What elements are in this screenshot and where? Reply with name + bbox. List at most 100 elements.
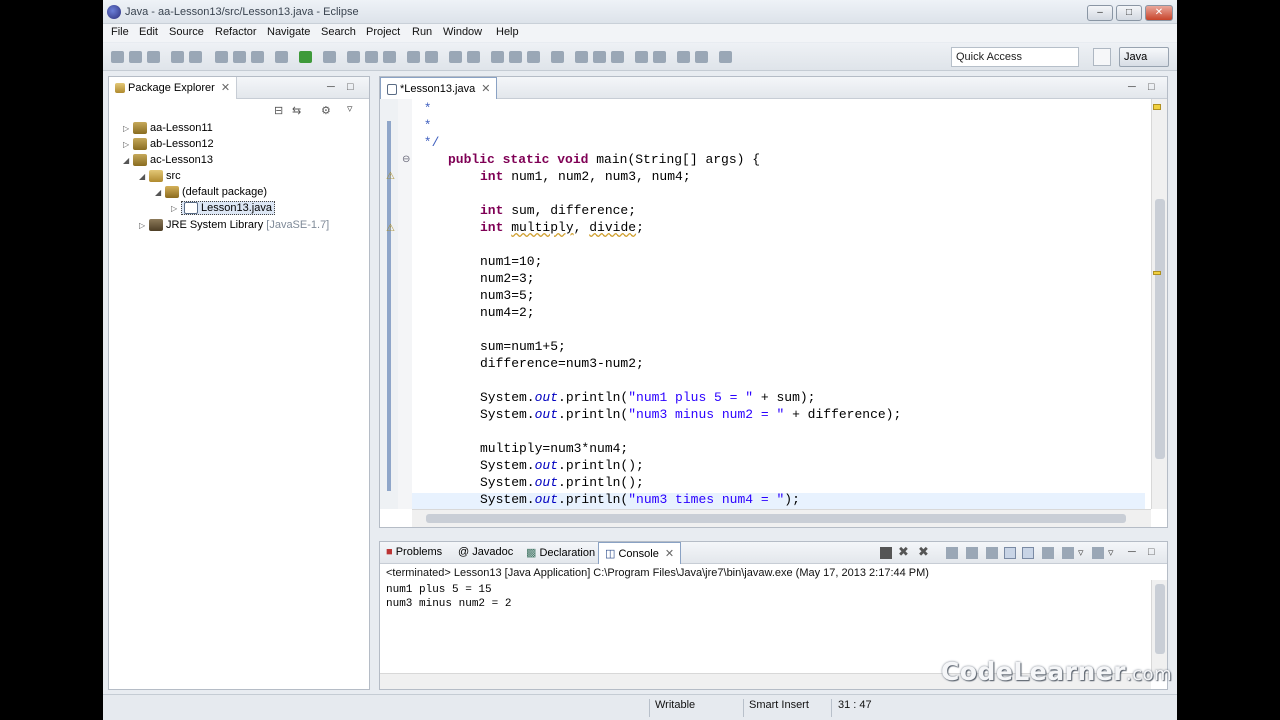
tree-item-ab-lesson12[interactable]: ▷ ab-Lesson12: [123, 138, 214, 154]
run-icon[interactable]: [299, 51, 312, 63]
tab-console[interactable]: ◫ Console ✕: [598, 542, 682, 564]
tab-package-explorer[interactable]: Package Explorer ✕: [109, 77, 238, 99]
overview-marker[interactable]: [1153, 271, 1161, 275]
tab-lesson13-java[interactable]: *Lesson13.java ✕: [380, 77, 498, 99]
tree-item-ac-lesson13[interactable]: ◢ ac-Lesson13: [123, 154, 213, 170]
maximize-icon[interactable]: □: [1148, 81, 1155, 93]
prev-edit-icon[interactable]: [635, 51, 648, 63]
pin-console-icon[interactable]: [986, 547, 998, 559]
tab-problems[interactable]: ■ Problems: [380, 542, 448, 564]
coverage-icon[interactable]: [323, 51, 336, 63]
menu-project[interactable]: Project: [366, 26, 400, 38]
tree-item-aa-lesson11[interactable]: ▷ aa-Lesson11: [123, 122, 213, 138]
new-icon[interactable]: [111, 51, 124, 63]
warning-icon[interactable]: ⚠: [386, 171, 395, 182]
tab-declaration[interactable]: ▩ Declaration: [520, 542, 601, 564]
terminal-icon[interactable]: [189, 51, 202, 63]
menu-navigate[interactable]: Navigate: [267, 26, 310, 38]
remove-all-launches-icon[interactable]: ✖: [918, 544, 929, 560]
new-class-icon[interactable]: [383, 51, 396, 63]
pin-icon[interactable]: [1042, 547, 1054, 559]
collapse-arrow-icon[interactable]: ◢: [155, 188, 165, 197]
minimize-button[interactable]: –: [1087, 5, 1113, 21]
collapse-all-icon[interactable]: ⊟: [274, 104, 283, 117]
minimize-icon[interactable]: ─: [327, 81, 335, 93]
remove-launch-icon[interactable]: ✖: [898, 544, 909, 560]
package-icon[interactable]: [233, 51, 246, 63]
insert-mode-status[interactable]: Smart Insert: [749, 699, 809, 711]
scroll-thumb[interactable]: [1155, 199, 1165, 459]
collapse-arrow-icon[interactable]: ◢: [123, 156, 133, 165]
terminate-icon[interactable]: [880, 547, 892, 559]
editor-vertical-scrollbar[interactable]: [1151, 99, 1167, 509]
next-edit-icon[interactable]: [653, 51, 666, 63]
show-stdout-icon[interactable]: [1004, 547, 1016, 559]
save-icon[interactable]: [129, 51, 142, 63]
menu-run[interactable]: Run: [412, 26, 432, 38]
menu-edit[interactable]: Edit: [139, 26, 158, 38]
fold-toggle-icon[interactable]: ⊖: [402, 154, 410, 165]
open-type-icon[interactable]: [407, 51, 420, 63]
new-package-icon[interactable]: [365, 51, 378, 63]
show-stderr-icon[interactable]: [1022, 547, 1034, 559]
maximize-icon[interactable]: □: [347, 81, 354, 93]
next-annotation-icon[interactable]: [449, 51, 462, 63]
nav-forward-icon[interactable]: [695, 51, 708, 63]
close-icon[interactable]: ✕: [481, 83, 490, 95]
open-console-icon[interactable]: [1092, 547, 1104, 559]
maximize-icon[interactable]: □: [1148, 546, 1155, 558]
close-icon[interactable]: ✕: [665, 548, 674, 560]
minimize-icon[interactable]: ─: [1128, 81, 1136, 93]
display-console-icon[interactable]: [1062, 547, 1074, 559]
scroll-thumb[interactable]: [426, 514, 1126, 523]
print-icon[interactable]: [147, 51, 160, 63]
menu-search[interactable]: Search: [321, 26, 356, 38]
dropdown-icon[interactable]: [719, 51, 732, 63]
tree-item-default-package[interactable]: ◢ (default package): [155, 186, 267, 202]
tree-item-lesson13-java[interactable]: ▷ Lesson13.java: [171, 201, 275, 218]
nav-back-icon[interactable]: [677, 51, 690, 63]
menu-refactor[interactable]: Refactor: [215, 26, 257, 38]
pin-editor-icon[interactable]: [551, 51, 564, 63]
forward-icon[interactable]: [527, 51, 540, 63]
scroll-lock-icon[interactable]: [966, 547, 978, 559]
maximize-button[interactable]: □: [1116, 5, 1142, 21]
editor-horizontal-scrollbar[interactable]: [412, 509, 1151, 527]
search-icon[interactable]: [425, 51, 438, 63]
class-icon[interactable]: [251, 51, 264, 63]
menu-window[interactable]: Window: [443, 26, 482, 38]
collapse-arrow-icon[interactable]: ◢: [139, 172, 149, 181]
close-icon[interactable]: ✕: [221, 82, 230, 94]
clear-console-icon[interactable]: [946, 547, 958, 559]
view-menu-icon[interactable]: ⚙: [321, 104, 331, 117]
expand-arrow-icon[interactable]: ▷: [139, 221, 149, 230]
expand-arrow-icon[interactable]: ▷: [123, 124, 133, 133]
tree-item-jre-library[interactable]: ▷ JRE System Library [JavaSE-1.7]: [139, 219, 329, 235]
last-edit-icon[interactable]: [491, 51, 504, 63]
expand-arrow-icon[interactable]: ▷: [171, 204, 181, 213]
menu-help[interactable]: Help: [496, 26, 519, 38]
menu-source[interactable]: Source: [169, 26, 204, 38]
link-with-editor-icon[interactable]: ⇆: [292, 104, 301, 117]
tab-javadoc[interactable]: @ Javadoc: [452, 542, 519, 564]
expand-arrow-icon[interactable]: ▷: [123, 140, 133, 149]
chevron-down-icon[interactable]: ▿: [1078, 546, 1084, 559]
warning-icon[interactable]: ⚠: [386, 223, 395, 234]
scroll-thumb[interactable]: [1155, 584, 1165, 654]
tree-item-src[interactable]: ◢ src: [139, 170, 181, 186]
block-selection-icon[interactable]: [593, 51, 606, 63]
debug-icon[interactable]: [275, 51, 288, 63]
toggle-mark-icon[interactable]: [575, 51, 588, 63]
chevron-down-icon[interactable]: ▿: [1108, 546, 1114, 559]
java-perspective-button[interactable]: Java: [1119, 47, 1169, 67]
close-button[interactable]: ✕: [1145, 5, 1173, 21]
external-tools-icon[interactable]: [215, 51, 228, 63]
back-icon[interactable]: [509, 51, 522, 63]
menu-file[interactable]: File: [111, 26, 129, 38]
overview-marker[interactable]: [1153, 104, 1161, 110]
console-output[interactable]: num1 plus 5 = 15 num3 minus num2 = 2: [386, 583, 511, 611]
whitespace-icon[interactable]: [611, 51, 624, 63]
prev-annotation-icon[interactable]: [467, 51, 480, 63]
new-java-project-icon[interactable]: [347, 51, 360, 63]
chevron-down-icon[interactable]: ▿: [347, 102, 353, 115]
